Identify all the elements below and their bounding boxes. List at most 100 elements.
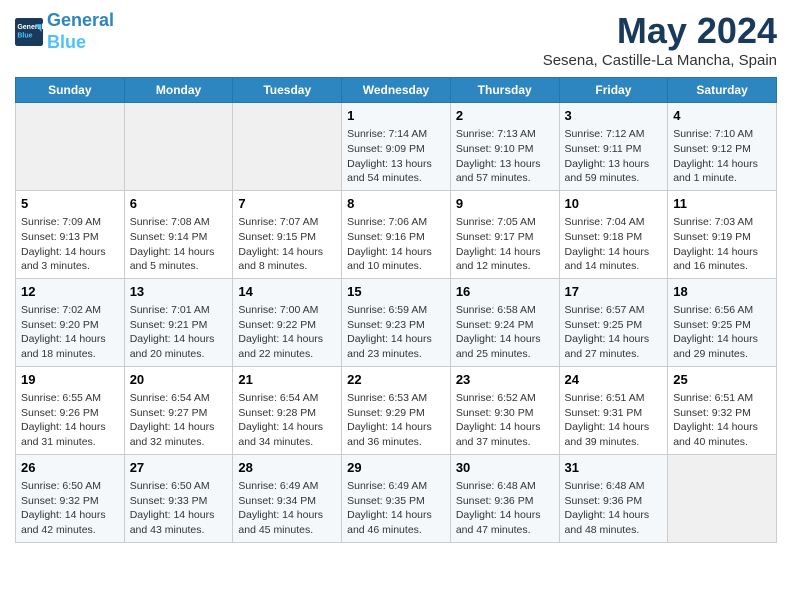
day-number: 21 <box>238 371 336 389</box>
day-number: 29 <box>347 459 445 477</box>
svg-text:Blue: Blue <box>17 32 32 39</box>
day-info: Sunrise: 6:48 AM Sunset: 9:36 PM Dayligh… <box>456 479 554 538</box>
calendar-cell: 24 Sunrise: 6:51 AM Sunset: 9:31 PM Dayli… <box>559 366 668 454</box>
day-number: 3 <box>565 107 663 125</box>
day-info: Sunrise: 6:56 AM Sunset: 9:25 PM Dayligh… <box>673 303 771 362</box>
day-number: 6 <box>130 195 228 213</box>
calendar-table: Sunday Monday Tuesday Wednesday Thursday… <box>15 77 777 543</box>
day-info: Sunrise: 7:02 AM Sunset: 9:20 PM Dayligh… <box>21 303 119 362</box>
calendar-cell <box>124 103 233 191</box>
day-number: 18 <box>673 283 771 301</box>
day-info: Sunrise: 6:54 AM Sunset: 9:27 PM Dayligh… <box>130 391 228 450</box>
day-number: 17 <box>565 283 663 301</box>
col-tuesday: Tuesday <box>233 78 342 103</box>
day-number: 1 <box>347 107 445 125</box>
logo-icon: General Blue <box>15 18 43 46</box>
month-title: May 2024 <box>543 10 777 52</box>
calendar-cell: 23 Sunrise: 6:52 AM Sunset: 9:30 PM Dayli… <box>450 366 559 454</box>
calendar-cell: 29Sunrise: 6:49 AM Sunset: 9:35 PM Dayli… <box>342 454 451 542</box>
location: Sesena, Castille-La Mancha, Spain <box>543 52 777 69</box>
calendar-cell: 16Sunrise: 6:58 AM Sunset: 9:24 PM Dayli… <box>450 278 559 366</box>
day-info: Sunrise: 6:51 AM Sunset: 9:32 PM Dayligh… <box>673 391 771 450</box>
day-info: Sunrise: 6:55 AM Sunset: 9:26 PM Dayligh… <box>21 391 119 450</box>
calendar-header-row: Sunday Monday Tuesday Wednesday Thursday… <box>16 78 777 103</box>
day-number: 14 <box>238 283 336 301</box>
page-header: General Blue GeneralBlue May 2024 Sesena… <box>15 10 777 69</box>
day-number: 9 <box>456 195 554 213</box>
col-friday: Friday <box>559 78 668 103</box>
calendar-cell: 5 Sunrise: 7:09 AM Sunset: 9:13 PM Daylig… <box>16 190 125 278</box>
day-number: 31 <box>565 459 663 477</box>
day-number: 5 <box>21 195 119 213</box>
day-number: 15 <box>347 283 445 301</box>
calendar-cell: 22 Sunrise: 6:53 AM Sunset: 9:29 PM Dayli… <box>342 366 451 454</box>
calendar-cell: 1 Sunrise: 7:14 AM Sunset: 9:09 PM Daylig… <box>342 103 451 191</box>
day-info: Sunrise: 6:57 AM Sunset: 9:25 PM Dayligh… <box>565 303 663 362</box>
calendar-cell: 13 Sunrise: 7:01 AM Sunset: 9:21 PM Dayli… <box>124 278 233 366</box>
day-info: Sunrise: 7:06 AM Sunset: 9:16 PM Dayligh… <box>347 215 445 274</box>
calendar-cell: 28 Sunrise: 6:49 AM Sunset: 9:34 PM Dayli… <box>233 454 342 542</box>
calendar-cell: 30 Sunrise: 6:48 AM Sunset: 9:36 PM Dayli… <box>450 454 559 542</box>
day-number: 4 <box>673 107 771 125</box>
day-number: 22 <box>347 371 445 389</box>
day-info: Sunrise: 6:49 AM Sunset: 9:34 PM Dayligh… <box>238 479 336 538</box>
day-number: 30 <box>456 459 554 477</box>
day-info: Sunrise: 6:52 AM Sunset: 9:30 PM Dayligh… <box>456 391 554 450</box>
title-block: May 2024 Sesena, Castille-La Mancha, Spa… <box>543 10 777 69</box>
day-number: 7 <box>238 195 336 213</box>
day-info: Sunrise: 7:01 AM Sunset: 9:21 PM Dayligh… <box>130 303 228 362</box>
day-info: Sunrise: 6:51 AM Sunset: 9:31 PM Dayligh… <box>565 391 663 450</box>
col-saturday: Saturday <box>668 78 777 103</box>
logo: General Blue GeneralBlue <box>15 10 114 53</box>
col-sunday: Sunday <box>16 78 125 103</box>
day-info: Sunrise: 6:50 AM Sunset: 9:32 PM Dayligh… <box>21 479 119 538</box>
page-container: General Blue GeneralBlue May 2024 Sesena… <box>0 0 792 553</box>
calendar-cell: 17 Sunrise: 6:57 AM Sunset: 9:25 PM Dayli… <box>559 278 668 366</box>
day-info: Sunrise: 7:05 AM Sunset: 9:17 PM Dayligh… <box>456 215 554 274</box>
day-info: Sunrise: 6:59 AM Sunset: 9:23 PM Dayligh… <box>347 303 445 362</box>
day-number: 24 <box>565 371 663 389</box>
calendar-cell: 14Sunrise: 7:00 AM Sunset: 9:22 PM Dayli… <box>233 278 342 366</box>
day-info: Sunrise: 7:13 AM Sunset: 9:10 PM Dayligh… <box>456 127 554 186</box>
calendar-cell: 6 Sunrise: 7:08 AM Sunset: 9:14 PM Daylig… <box>124 190 233 278</box>
day-number: 16 <box>456 283 554 301</box>
calendar-cell: 10Sunrise: 7:04 AM Sunset: 9:18 PM Dayli… <box>559 190 668 278</box>
calendar-cell: 19 Sunrise: 6:55 AM Sunset: 9:26 PM Dayli… <box>16 366 125 454</box>
calendar-cell: 18 Sunrise: 6:56 AM Sunset: 9:25 PM Dayli… <box>668 278 777 366</box>
day-info: Sunrise: 7:04 AM Sunset: 9:18 PM Dayligh… <box>565 215 663 274</box>
calendar-cell: 20Sunrise: 6:54 AM Sunset: 9:27 PM Dayli… <box>124 366 233 454</box>
day-number: 19 <box>21 371 119 389</box>
col-thursday: Thursday <box>450 78 559 103</box>
calendar-week-1: 1 Sunrise: 7:14 AM Sunset: 9:09 PM Daylig… <box>16 103 777 191</box>
logo-text: GeneralBlue <box>47 10 114 53</box>
col-wednesday: Wednesday <box>342 78 451 103</box>
day-info: Sunrise: 7:12 AM Sunset: 9:11 PM Dayligh… <box>565 127 663 186</box>
day-info: Sunrise: 6:54 AM Sunset: 9:28 PM Dayligh… <box>238 391 336 450</box>
calendar-cell: 15 Sunrise: 6:59 AM Sunset: 9:23 PM Dayli… <box>342 278 451 366</box>
day-number: 26 <box>21 459 119 477</box>
calendar-cell: 12 Sunrise: 7:02 AM Sunset: 9:20 PM Dayli… <box>16 278 125 366</box>
day-number: 13 <box>130 283 228 301</box>
calendar-cell: 27Sunrise: 6:50 AM Sunset: 9:33 PM Dayli… <box>124 454 233 542</box>
day-number: 8 <box>347 195 445 213</box>
day-info: Sunrise: 6:50 AM Sunset: 9:33 PM Dayligh… <box>130 479 228 538</box>
calendar-cell: 26 Sunrise: 6:50 AM Sunset: 9:32 PM Dayli… <box>16 454 125 542</box>
day-info: Sunrise: 7:08 AM Sunset: 9:14 PM Dayligh… <box>130 215 228 274</box>
calendar-cell: 8 Sunrise: 7:06 AM Sunset: 9:16 PM Daylig… <box>342 190 451 278</box>
day-info: Sunrise: 7:09 AM Sunset: 9:13 PM Dayligh… <box>21 215 119 274</box>
calendar-cell: 3 Sunrise: 7:12 AM Sunset: 9:11 PM Daylig… <box>559 103 668 191</box>
calendar-cell: 25 Sunrise: 6:51 AM Sunset: 9:32 PM Dayli… <box>668 366 777 454</box>
calendar-cell: 2Sunrise: 7:13 AM Sunset: 9:10 PM Daylig… <box>450 103 559 191</box>
day-number: 28 <box>238 459 336 477</box>
day-info: Sunrise: 7:10 AM Sunset: 9:12 PM Dayligh… <box>673 127 771 186</box>
calendar-cell <box>16 103 125 191</box>
day-number: 12 <box>21 283 119 301</box>
day-info: Sunrise: 7:07 AM Sunset: 9:15 PM Dayligh… <box>238 215 336 274</box>
day-info: Sunrise: 7:14 AM Sunset: 9:09 PM Dayligh… <box>347 127 445 186</box>
day-info: Sunrise: 6:53 AM Sunset: 9:29 PM Dayligh… <box>347 391 445 450</box>
calendar-cell <box>233 103 342 191</box>
day-number: 25 <box>673 371 771 389</box>
calendar-week-5: 26 Sunrise: 6:50 AM Sunset: 9:32 PM Dayli… <box>16 454 777 542</box>
day-number: 23 <box>456 371 554 389</box>
calendar-cell: 31Sunrise: 6:48 AM Sunset: 9:36 PM Dayli… <box>559 454 668 542</box>
